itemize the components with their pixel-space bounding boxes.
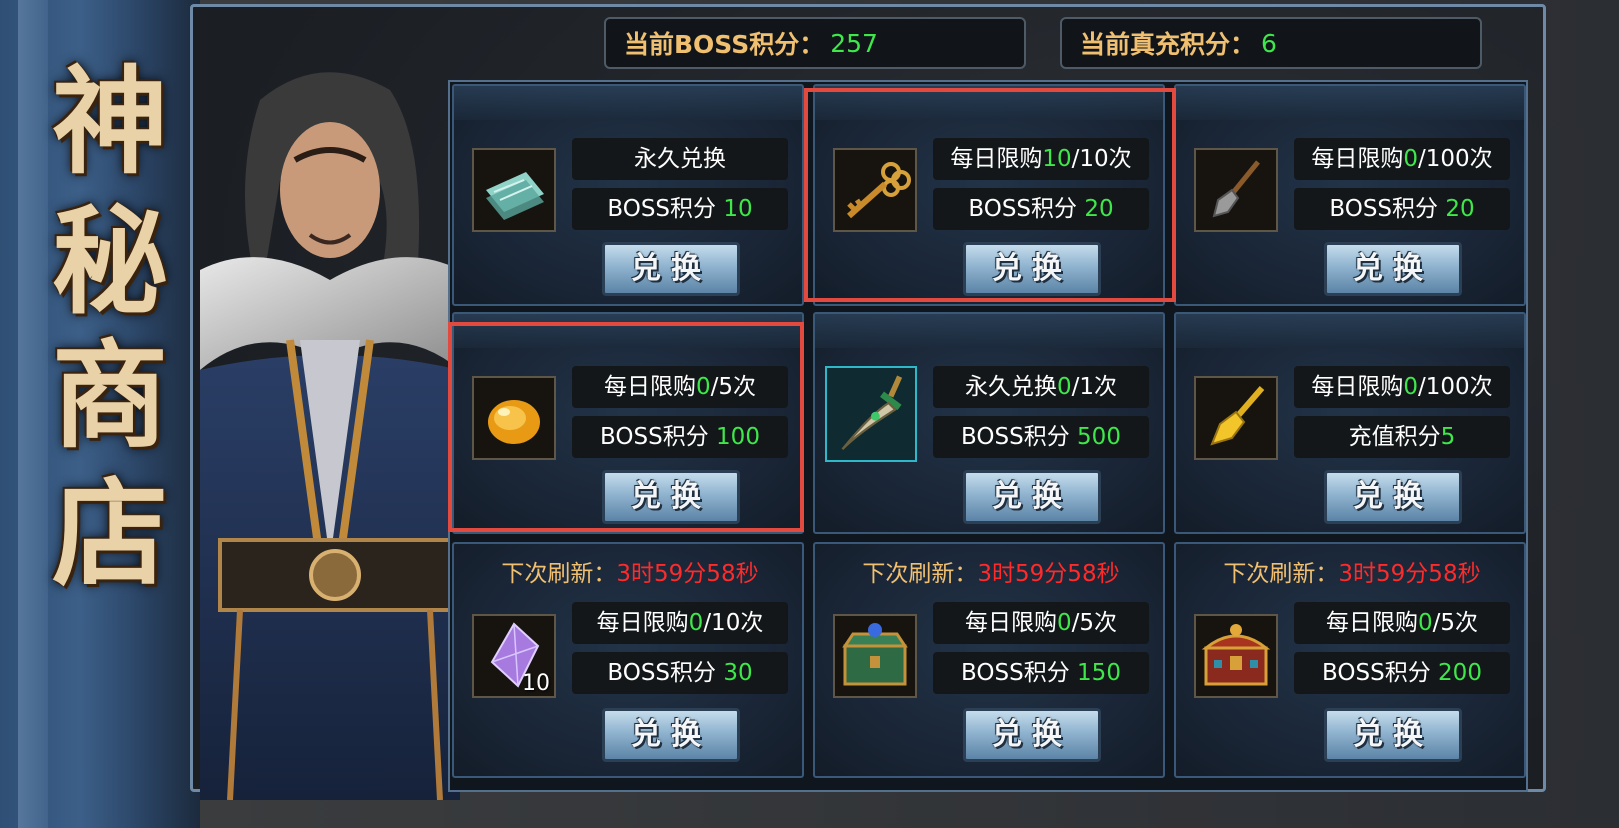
recharge-score-value: 6: [1261, 28, 1277, 58]
item-limit-text: 永久兑换0/1次: [933, 366, 1149, 408]
golden-shovel-icon[interactable]: [1194, 376, 1278, 460]
item-cost-text: BOSS积分 500: [933, 416, 1149, 458]
shop-item-card: 下次刷新：3时59分58秒 每日限购0/5次 BOSS积分 150 兑换: [813, 542, 1165, 778]
item-limit-text: 永久兑换: [572, 138, 788, 180]
red-chest-icon[interactable]: [1194, 614, 1278, 698]
shop-item-card: 下次刷新：3时59分58秒 10 每日限购0/10次 BOSS积分 30 兑换: [452, 542, 804, 778]
jade-dagger-icon[interactable]: [825, 366, 917, 462]
shop-item-card: 每日限购0/100次 BOSS积分 20 兑换: [1174, 84, 1526, 306]
item-cost-text: BOSS积分 100: [572, 416, 788, 458]
item-limit-text: 每日限购0/5次: [933, 602, 1149, 644]
exchange-button[interactable]: 兑换: [1324, 708, 1462, 762]
item-count: 10: [522, 671, 550, 696]
exchange-button[interactable]: 兑换: [602, 708, 740, 762]
item-cost-text: BOSS积分 200: [1294, 652, 1510, 694]
item-limit-text: 每日限购0/100次: [1294, 366, 1510, 408]
item-limit-text: 每日限购0/100次: [1294, 138, 1510, 180]
item-limit-text: 每日限购0/5次: [1294, 602, 1510, 644]
exchange-button[interactable]: 兑换: [963, 708, 1101, 762]
shop-item-card: 每日限购0/5次 BOSS积分 100 兑换: [452, 312, 804, 534]
item-limit-text: 每日限购0/5次: [572, 366, 788, 408]
exchange-button[interactable]: 兑换: [602, 242, 740, 296]
item-cost-text: 充值积分5: [1294, 416, 1510, 458]
boss-score-value: 257: [830, 28, 878, 58]
exchange-button[interactable]: 兑换: [602, 470, 740, 524]
shop-item-card: 每日限购0/100次 充值积分5 兑换: [1174, 312, 1526, 534]
item-cost-text: BOSS积分 10: [572, 188, 788, 230]
shop-item-card: 永久兑换 BOSS积分 10 兑换: [452, 84, 804, 306]
golden-key-icon[interactable]: [833, 148, 917, 232]
refresh-timer: 下次刷新：3时59分58秒: [1223, 561, 1481, 587]
exchange-button[interactable]: 兑换: [1324, 470, 1462, 524]
refresh-timer: 下次刷新：3时59分58秒: [862, 561, 1120, 587]
recharge-score-display: 当前真充积分： 6: [1060, 17, 1482, 69]
item-limit-text: 每日限购0/10次: [572, 602, 788, 644]
exchange-button[interactable]: 兑换: [963, 242, 1101, 296]
shop-title-banner: 神 秘 商 店: [0, 0, 200, 828]
purple-gem-icon[interactable]: 10: [472, 614, 556, 698]
shop-item-card: 永久兑换0/1次 BOSS积分 500 兑换: [813, 312, 1165, 534]
shop-item-card: 下次刷新：3时59分58秒 每日限购0/5次 BOSS积分 200 兑换: [1174, 542, 1526, 778]
recharge-score-label: 当前真充积分：: [1080, 30, 1256, 59]
exchange-button[interactable]: 兑换: [963, 470, 1101, 524]
green-chest-icon[interactable]: [833, 614, 917, 698]
boss-score-label: 当前BOSS积分：: [624, 30, 825, 59]
item-cost-text: BOSS积分 20: [1294, 188, 1510, 230]
exchange-button[interactable]: 兑换: [1324, 242, 1462, 296]
item-cost-text: BOSS积分 20: [933, 188, 1149, 230]
refresh-timer: 下次刷新：3时59分58秒: [501, 561, 759, 587]
item-cost-text: BOSS积分 30: [572, 652, 788, 694]
amber-stone-icon[interactable]: [472, 376, 556, 460]
shovel-icon[interactable]: [1194, 148, 1278, 232]
item-cost-text: BOSS积分 150: [933, 652, 1149, 694]
shop-title-char: 店: [52, 466, 168, 602]
boss-score-display: 当前BOSS积分： 257: [604, 17, 1026, 69]
merchant-character-portrait: [200, 72, 460, 800]
shop-item-card: 每日限购10/10次 BOSS积分 20 兑换: [813, 84, 1165, 306]
jade-token-icon[interactable]: [472, 148, 556, 232]
item-limit-text: 每日限购10/10次: [933, 138, 1149, 180]
